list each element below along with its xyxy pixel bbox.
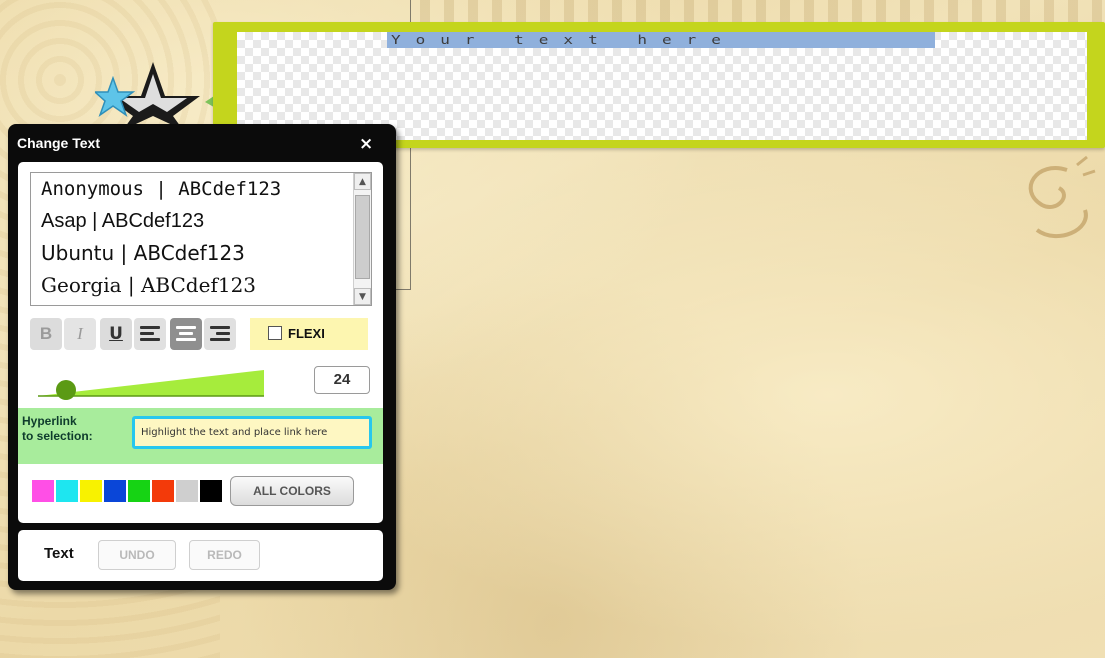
flexi-label: FLEXI — [288, 326, 325, 341]
color-swatch-yellow[interactable] — [80, 480, 102, 502]
font-list[interactable]: Anonymous | ABCdef123 Asap | ABCdef123 U… — [30, 172, 372, 306]
panel-title: Change Text — [17, 135, 100, 151]
swirl-ornament-icon — [1028, 155, 1096, 239]
placeholder-text: Your text here — [391, 32, 736, 48]
hyperlink-label: Hyperlink to selection: — [22, 414, 93, 444]
color-swatch-magenta[interactable] — [32, 480, 54, 502]
scroll-down-icon[interactable]: ▼ — [354, 288, 371, 305]
hyperlink-label-line2: to selection: — [22, 429, 93, 443]
history-label: Text — [44, 545, 74, 562]
slider-knob[interactable] — [55, 380, 76, 400]
hyperlink-label-line1: Hyperlink — [22, 414, 77, 428]
font-option-anonymous[interactable]: Anonymous | ABCdef123 — [31, 173, 371, 205]
align-left-button[interactable] — [134, 318, 166, 350]
align-right-icon — [210, 326, 230, 342]
star-decoration-icon — [95, 62, 219, 130]
align-center-icon — [176, 326, 196, 342]
close-icon[interactable]: × — [359, 136, 373, 153]
font-size-slider[interactable] — [38, 368, 264, 400]
flexi-toggle[interactable]: FLEXI — [250, 318, 368, 350]
align-left-icon — [140, 326, 160, 342]
font-option-georgia[interactable]: Georgia | ABCdef123 — [31, 269, 371, 301]
font-size-value[interactable]: 24 — [314, 366, 370, 394]
background-border-pattern — [420, 0, 1105, 22]
text-options-section: Anonymous | ABCdef123 Asap | ABCdef123 U… — [18, 162, 383, 523]
redo-button[interactable]: REDO — [189, 540, 260, 570]
color-swatch-red[interactable] — [152, 480, 174, 502]
change-text-panel: Change Text × Anonymous | ABCdef123 Asap… — [8, 124, 396, 590]
layout-guide-line — [395, 289, 411, 290]
italic-button[interactable]: I — [64, 318, 96, 350]
format-toolbar: B I U FLEXI — [30, 318, 375, 350]
color-swatch-cyan[interactable] — [56, 480, 78, 502]
color-swatch-black[interactable] — [200, 480, 222, 502]
font-option-ubuntu[interactable]: Ubuntu | ABCdef123 — [31, 237, 371, 269]
color-swatch-blue[interactable] — [104, 480, 126, 502]
history-section: Text UNDO REDO — [18, 530, 383, 581]
hyperlink-section: Hyperlink to selection: — [18, 408, 383, 464]
color-swatch-gray[interactable] — [176, 480, 198, 502]
color-swatch-green[interactable] — [128, 480, 150, 502]
font-list-scrollbar[interactable]: ▲ ▼ — [353, 173, 371, 305]
flexi-checkbox[interactable] — [268, 326, 282, 341]
align-right-button[interactable] — [204, 318, 236, 350]
undo-button[interactable]: UNDO — [98, 540, 176, 570]
bold-button[interactable]: B — [30, 318, 62, 350]
scroll-thumb[interactable] — [355, 195, 370, 279]
all-colors-button[interactable]: ALL COLORS — [230, 476, 354, 506]
hyperlink-input[interactable] — [132, 416, 372, 449]
align-center-button[interactable] — [170, 318, 202, 350]
placeholder-text-selection[interactable]: Your text here — [387, 32, 935, 48]
underline-button[interactable]: U — [100, 318, 132, 350]
scroll-up-icon[interactable]: ▲ — [354, 173, 371, 190]
font-option-asap[interactable]: Asap | ABCdef123 — [31, 205, 371, 237]
